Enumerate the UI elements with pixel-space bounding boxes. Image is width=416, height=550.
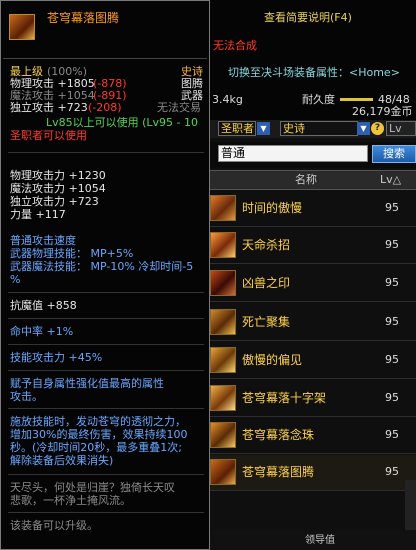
skill-mag-text-2: % — [10, 273, 21, 286]
item-level: 95 — [385, 276, 399, 289]
resist-text: 抗魔值 +858 — [10, 299, 77, 312]
upgrade-text: 该装备可以升级。 — [10, 519, 98, 532]
price-text: 26,179金币 — [352, 105, 413, 118]
flavor-text: 天尽头，何处是归崖？独倚长天叹 — [10, 481, 175, 494]
element-text: 赋予自身属性强化值最高的属性 — [10, 377, 164, 390]
item-level: 95 — [385, 465, 399, 478]
list-item[interactable]: 天命杀招 95 — [207, 228, 416, 264]
list-item[interactable]: 死亡聚集 95 — [207, 305, 416, 341]
divider — [8, 512, 204, 513]
stat-text: 魔法攻击力 +1054 — [10, 182, 106, 195]
divider — [8, 292, 204, 293]
ind-atk-diff: (-208) — [88, 101, 122, 114]
scrollbar[interactable] — [405, 480, 416, 530]
divider — [8, 344, 204, 345]
list-item[interactable]: 傲慢的偏见 95 — [207, 343, 416, 379]
skill-phys-text: 武器物理技能： MP+5% — [10, 247, 134, 260]
divider — [8, 318, 204, 319]
chevron-down-icon[interactable]: ▼ — [257, 122, 270, 135]
column-name-header[interactable]: 名称 — [295, 174, 317, 186]
element-text-2: 攻击。 — [10, 390, 43, 403]
level-req-text: Lv85以上可以使用 (Lv95 - 10 — [46, 116, 199, 129]
item-name: 苍穹幕落图腾 — [242, 465, 315, 479]
tooltip-title: 苍穹幕落图腾 — [47, 11, 120, 25]
item-icon — [210, 347, 236, 373]
divider — [8, 408, 204, 409]
item-level: 95 — [385, 391, 399, 404]
list-item[interactable]: 苍穹幕落念珠 95 — [207, 418, 416, 454]
list-item-selected[interactable]: 苍穹幕落图腾 95 — [207, 455, 416, 491]
list-item[interactable]: 凶兽之印 95 — [207, 266, 416, 302]
pager-label: 领导值 — [305, 535, 335, 546]
divider — [8, 152, 204, 153]
stat-text: 独立攻击力 +723 — [10, 195, 99, 208]
divider — [8, 370, 204, 371]
hit-text: 命中率 +1% — [10, 325, 74, 338]
item-icon — [210, 309, 236, 335]
item-level: 95 — [385, 201, 399, 214]
atk-speed-text: 普通攻击速度 — [10, 234, 76, 247]
item-icon — [210, 270, 236, 296]
item-level: 95 — [385, 315, 399, 328]
item-icon — [210, 232, 236, 258]
skill-atk-text: 技能攻击力 +45% — [10, 351, 103, 364]
item-name: 傲慢的偏见 — [242, 353, 303, 367]
list-item[interactable]: 时间的傲慢 95 — [207, 191, 416, 227]
divider — [8, 474, 204, 475]
stat-text: 力量 +117 — [10, 208, 66, 221]
item-name: 死亡聚集 — [242, 315, 291, 329]
item-name: 苍穹幕落念珠 — [242, 428, 315, 442]
item-name: 凶兽之印 — [242, 276, 291, 290]
item-name: 天命杀招 — [242, 238, 291, 252]
level-filter[interactable]: Lv — [386, 121, 416, 136]
proc-text: 施放技能时，发动苍穹的透彻之力， — [10, 415, 186, 428]
durability-label: 耐久度 — [302, 93, 335, 106]
skill-mag-text: 武器魔法技能： MP-10% 冷却时间-5 — [10, 260, 194, 273]
brief-description-link[interactable]: 查看简要说明(F4) — [264, 12, 352, 24]
item-icon — [210, 385, 236, 411]
trade-text: 无法交易 — [157, 101, 201, 114]
job-filter-select[interactable]: 圣职者 — [218, 121, 256, 136]
item-name: 时间的傲慢 — [242, 201, 303, 215]
help-icon[interactable]: ? — [371, 122, 384, 135]
durability-bar — [340, 98, 373, 101]
flavor-text: 悲歌，一杯浄土掩风流。 — [10, 494, 131, 507]
switch-arena-attr-text: 切换至决斗场装备属性：<Home> — [228, 66, 400, 79]
ind-atk-text: 独立攻击 +723 — [10, 101, 88, 114]
proc-text: 增加30%的最终伤害，效果持续100 — [10, 428, 188, 441]
search-input[interactable]: 普通 — [218, 145, 368, 162]
job-req-text: 圣职者可以使用 — [10, 129, 87, 142]
item-name: 苍穹幕落十字架 — [242, 391, 327, 405]
item-level: 95 — [385, 353, 399, 366]
weight-text: 3.4kg — [212, 93, 243, 106]
stat-text: 物理攻击力 +1230 — [10, 169, 106, 182]
list-item[interactable]: 苍穹幕落十字架 95 — [207, 381, 416, 417]
cannot-synthesize-text: 无法合成 — [213, 39, 257, 52]
item-icon — [210, 422, 236, 448]
search-button[interactable]: 搜索 — [372, 145, 416, 163]
item-icon — [210, 195, 236, 221]
chevron-down-icon[interactable]: ▼ — [357, 122, 370, 135]
item-level: 95 — [385, 428, 399, 441]
item-level: 95 — [385, 238, 399, 251]
column-lv-header[interactable]: Lv△ — [380, 174, 401, 186]
totem-icon — [9, 14, 35, 40]
rarity-filter-select[interactable]: 史诗 — [280, 121, 358, 136]
divider — [3, 58, 207, 59]
proc-text: 解除装备后效果消失) — [10, 454, 114, 467]
proc-text: 秒。(冷却时间20秒，最多重叠1次; — [10, 441, 182, 454]
item-icon — [210, 459, 236, 485]
